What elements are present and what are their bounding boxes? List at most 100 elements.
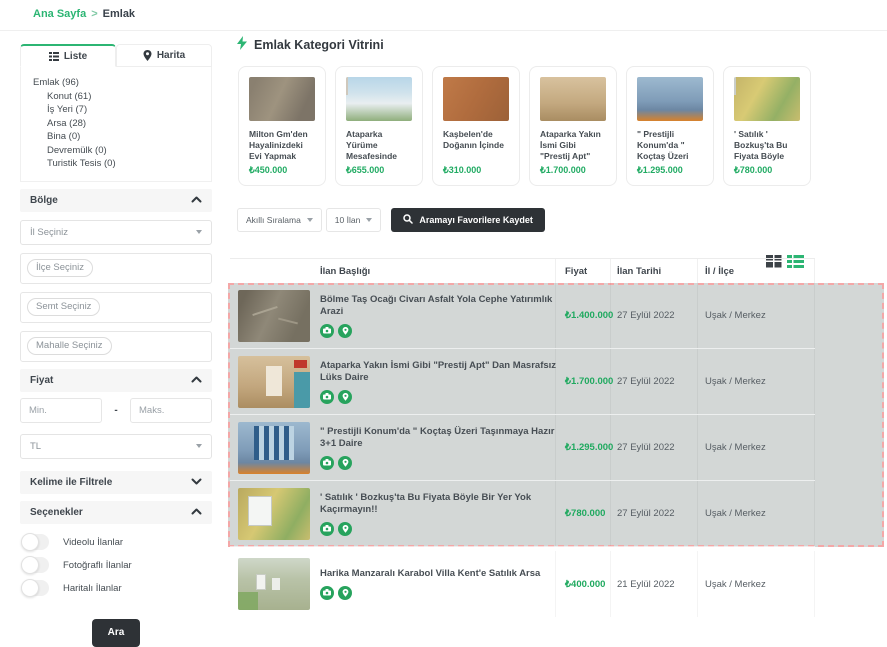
listing-location: Uşak / Merkez bbox=[705, 415, 813, 480]
district-input[interactable]: İlçe Seçiniz bbox=[20, 253, 212, 284]
save-search-favorites-button[interactable]: Aramayı Favorilere Kaydet bbox=[391, 208, 545, 232]
region-section-title: Bölge bbox=[30, 195, 58, 206]
listing-location: Uşak / Merkez bbox=[705, 283, 813, 348]
photo-camera-icon bbox=[320, 586, 334, 600]
price-min-input[interactable] bbox=[20, 398, 102, 423]
keyword-section-header[interactable]: Kelime ile Filtrele bbox=[20, 471, 212, 494]
price-range: - bbox=[20, 398, 212, 423]
chevron-down-icon bbox=[307, 218, 313, 222]
map-pin-icon bbox=[338, 324, 352, 338]
lightning-bolt-icon bbox=[237, 36, 247, 53]
chevron-up-icon bbox=[191, 195, 202, 206]
toggle-label: Videolu İlanlar bbox=[63, 537, 123, 548]
province-select[interactable]: İl Seçiniz bbox=[20, 220, 212, 245]
listing-thumbnail[interactable] bbox=[238, 558, 310, 610]
listing-title[interactable]: ' Satılık ' Bozkuş'ta Bu Fiyata Böyle Bi… bbox=[320, 492, 558, 517]
quarter-input[interactable]: Semt Seçiniz bbox=[20, 292, 212, 323]
chevron-down-icon bbox=[196, 230, 202, 234]
toggle-knob bbox=[21, 533, 39, 551]
listing-date: 21 Eylül 2022 bbox=[617, 551, 702, 617]
card-title: Ataparka Yakın İsmi Gibi "Prestij Apt" bbox=[540, 129, 606, 162]
listing-title[interactable]: Ataparka Yakın İsmi Gibi "Prestij Apt" D… bbox=[320, 360, 558, 385]
chevron-down-icon bbox=[366, 218, 372, 222]
price-max-input[interactable] bbox=[130, 398, 212, 423]
tab-liste[interactable]: Liste bbox=[20, 44, 116, 67]
price-section-header[interactable]: Fiyat bbox=[20, 369, 212, 392]
category-tree: Emlak (96) Konut (61) İş Yeri (7) Arsa (… bbox=[20, 67, 212, 182]
toggle-switch-off[interactable] bbox=[22, 557, 49, 573]
category-emlak[interactable]: Emlak (96) bbox=[33, 76, 199, 90]
photo-camera-icon bbox=[320, 456, 334, 470]
main-content: Emlak Kategori Vitrini Milton Gm'den Hay… bbox=[228, 36, 887, 232]
listing-thumbnail[interactable] bbox=[238, 488, 310, 540]
neighborhood-input[interactable]: Mahalle Seçiniz bbox=[20, 331, 212, 362]
listing-title[interactable]: Bölme Taş Ocağı Civarı Asfalt Yola Cephe… bbox=[320, 294, 558, 319]
toggle-switch-off[interactable] bbox=[22, 580, 49, 596]
listing-date: 27 Eylül 2022 bbox=[617, 283, 702, 348]
listing-main-cell: " Prestijli Konum'da " Koçtaş Üzeri Taşı… bbox=[320, 415, 558, 480]
table-row[interactable]: Ataparka Yakın İsmi Gibi "Prestij Apt" D… bbox=[230, 349, 815, 415]
chevron-down-icon bbox=[191, 477, 202, 488]
per-page-value: 10 İlan bbox=[335, 215, 361, 225]
listing-date: 27 Eylül 2022 bbox=[617, 415, 702, 480]
region-section-header[interactable]: Bölge bbox=[20, 189, 212, 212]
listing-thumbnail[interactable] bbox=[238, 290, 310, 342]
options-section-title: Seçenekler bbox=[30, 507, 83, 518]
listing-title[interactable]: Harika Manzaralı Karabol Villa Kent'e Sa… bbox=[320, 568, 558, 581]
showcase-card[interactable]: Ataparka Yürüme Mesafesinde ₺655.000 bbox=[335, 66, 423, 186]
listing-badges bbox=[320, 522, 558, 536]
options-section-header[interactable]: Seçenekler bbox=[20, 501, 212, 524]
search-icon bbox=[403, 214, 413, 226]
listing-photo[interactable] bbox=[540, 77, 606, 121]
table-row[interactable]: Bölme Taş Ocağı Civarı Asfalt Yola Cephe… bbox=[230, 283, 815, 349]
column-header-location: İl / İlçe bbox=[705, 266, 734, 277]
table-row[interactable]: ' Satılık ' Bozkuş'ta Bu Fiyata Böyle Bi… bbox=[230, 481, 815, 547]
table-row[interactable]: " Prestijli Konum'da " Koçtaş Üzeri Taşı… bbox=[230, 415, 815, 481]
chevron-up-icon bbox=[191, 375, 202, 386]
listing-main-cell: ' Satılık ' Bozkuş'ta Bu Fiyata Böyle Bi… bbox=[320, 481, 558, 546]
listing-photo[interactable] bbox=[249, 77, 315, 121]
showcase-card[interactable]: ' Satılık ' Bozkuş'ta Bu Fiyata Böyle ₺7… bbox=[723, 66, 811, 186]
tab-harita[interactable]: Harita bbox=[116, 44, 212, 67]
sort-select-value: Akıllı Sıralama bbox=[246, 215, 301, 225]
listing-title[interactable]: " Prestijli Konum'da " Koçtaş Üzeri Taşı… bbox=[320, 426, 558, 451]
breadcrumb-home-link[interactable]: Ana Sayfa bbox=[33, 8, 86, 20]
listing-badges bbox=[320, 390, 558, 404]
showcase-card[interactable]: " Prestijli Konum'da " Koçtaş Üzeri ₺1.2… bbox=[626, 66, 714, 186]
photo-camera-icon bbox=[320, 324, 334, 338]
price-section-title: Fiyat bbox=[30, 375, 53, 386]
quarter-input-placeholder: Semt Seçiniz bbox=[27, 298, 100, 316]
listing-photo[interactable] bbox=[346, 77, 412, 121]
showcase-cards: Milton Gm'den Hayalinizdeki Evi Yapmak ₺… bbox=[228, 66, 887, 186]
search-button[interactable]: Ara bbox=[92, 619, 141, 647]
category-konut[interactable]: Konut (61) bbox=[33, 90, 199, 104]
card-title: " Prestijli Konum'da " Koçtaş Üzeri bbox=[637, 129, 703, 162]
listing-thumbnail[interactable] bbox=[238, 422, 310, 474]
listing-photo[interactable] bbox=[734, 77, 800, 121]
currency-select-value: TL bbox=[30, 441, 41, 452]
category-is-yeri[interactable]: İş Yeri (7) bbox=[33, 103, 199, 117]
listing-badges bbox=[320, 456, 558, 470]
toggle-switch-off[interactable] bbox=[22, 534, 49, 550]
sort-select[interactable]: Akıllı Sıralama bbox=[237, 208, 322, 232]
tab-liste-label: Liste bbox=[64, 51, 87, 62]
category-turistik-tesis[interactable]: Turistik Tesis (0) bbox=[33, 157, 199, 171]
listing-photo[interactable] bbox=[443, 77, 509, 121]
category-arsa[interactable]: Arsa (28) bbox=[33, 117, 199, 131]
showcase-card[interactable]: Kaşbelen'de Doğanın İçinde ₺310.000 bbox=[432, 66, 520, 186]
category-devremulk[interactable]: Devremülk (0) bbox=[33, 144, 199, 158]
table-row[interactable]: Harika Manzaralı Karabol Villa Kent'e Sa… bbox=[230, 551, 815, 617]
toggle-haritali-ilanlar[interactable]: Haritalı İlanlar bbox=[20, 580, 212, 597]
showcase-card[interactable]: Milton Gm'den Hayalinizdeki Evi Yapmak ₺… bbox=[238, 66, 326, 186]
option-toggles: Videolu İlanlar Fotoğraflı İlanlar Harit… bbox=[20, 534, 212, 597]
price-range-separator: - bbox=[102, 405, 130, 416]
toggle-videolu-ilanlar[interactable]: Videolu İlanlar bbox=[20, 534, 212, 551]
category-bina[interactable]: Bina (0) bbox=[33, 130, 199, 144]
listing-thumbnail[interactable] bbox=[238, 356, 310, 408]
toggle-fotografli-ilanlar[interactable]: Fotoğraflı İlanlar bbox=[20, 557, 212, 574]
chevron-down-icon bbox=[196, 444, 202, 448]
currency-select[interactable]: TL bbox=[20, 434, 212, 459]
per-page-select[interactable]: 10 İlan bbox=[326, 208, 382, 232]
showcase-card[interactable]: Ataparka Yakın İsmi Gibi "Prestij Apt" ₺… bbox=[529, 66, 617, 186]
listing-photo[interactable] bbox=[637, 77, 703, 121]
